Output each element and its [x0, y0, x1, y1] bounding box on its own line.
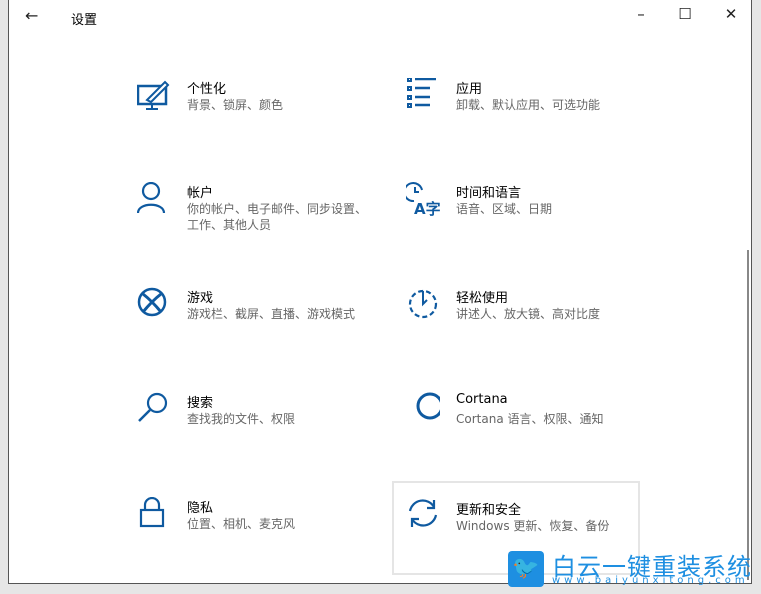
- item-title: 隐私: [187, 501, 214, 516]
- bird-icon: 🐦: [508, 551, 544, 587]
- minimize-button[interactable]: –: [626, 5, 656, 23]
- item-personalization[interactable]: 个性化 背景、锁屏、颜色: [137, 78, 385, 172]
- item-subtitle: Windows 更新、恢复、备份: [456, 519, 610, 533]
- item-subtitle: 背景、锁屏、颜色: [187, 98, 284, 112]
- item-subtitle: 你的帐户、电子邮件、同步设置、工作、其他人员: [187, 202, 368, 232]
- scrollbar[interactable]: [747, 250, 749, 580]
- item-subtitle: Cortana 语言、权限、通知: [456, 412, 604, 426]
- item-title: 搜索: [187, 396, 214, 411]
- item-title: Cortana: [456, 392, 508, 407]
- item-subtitle: 查找我的文件、权限: [187, 412, 296, 426]
- item-subtitle: 讲述人、放大镜、高对比度: [456, 307, 601, 321]
- lock-icon: [139, 497, 165, 528]
- item-privacy[interactable]: 隐私 位置、相机、麦克风: [137, 497, 385, 591]
- account-icon: [137, 182, 166, 214]
- item-title: 时间和语言: [456, 186, 522, 201]
- back-button[interactable]: ←: [25, 6, 38, 25]
- search-icon: [138, 392, 168, 422]
- watermark-url: www.baiyunxitong.com: [552, 575, 749, 586]
- item-title: 轻松使用: [456, 291, 509, 306]
- window-title: 设置: [71, 13, 98, 28]
- item-subtitle: 语音、区域、日期: [456, 202, 553, 216]
- item-title: 应用: [456, 82, 483, 97]
- item-subtitle: 卸载、默认应用、可选功能: [456, 98, 601, 112]
- item-search[interactable]: 搜索 查找我的文件、权限: [137, 392, 385, 486]
- item-subtitle: 位置、相机、麦克风: [187, 517, 296, 531]
- close-button[interactable]: ✕: [716, 5, 746, 23]
- cortana-icon: [416, 392, 440, 420]
- item-title: 个性化: [187, 82, 227, 97]
- item-gaming[interactable]: 游戏 游戏栏、截屏、直播、游戏模式: [137, 287, 385, 381]
- item-ease-of-access[interactable]: 轻松使用 讲述人、放大镜、高对比度: [406, 287, 654, 381]
- settings-window: ← 设置 – ☐ ✕ 个性化 背景、锁屏、颜色 应用 卸载、默认应用、可选功能 …: [8, 0, 752, 584]
- item-cortana[interactable]: Cortana Cortana 语言、权限、通知: [406, 392, 654, 486]
- personalization-icon: [137, 80, 170, 110]
- apps-icon: [407, 78, 436, 108]
- update-icon: [408, 499, 438, 527]
- item-title: 帐户: [187, 186, 214, 201]
- svg-text:A字: A字: [414, 200, 440, 216]
- xbox-icon: [137, 287, 167, 317]
- ease-of-access-icon: [408, 289, 438, 319]
- item-accounts[interactable]: 帐户 你的帐户、电子邮件、同步设置、工作、其他人员: [137, 182, 385, 276]
- item-title: 更新和安全: [456, 503, 522, 518]
- maximize-button[interactable]: ☐: [670, 5, 700, 23]
- item-subtitle: 游戏栏、截屏、直播、游戏模式: [187, 307, 356, 321]
- item-apps[interactable]: 应用 卸载、默认应用、可选功能: [406, 78, 654, 172]
- time-language-icon: A字: [406, 182, 440, 216]
- item-title: 游戏: [187, 291, 214, 306]
- item-time-language[interactable]: A字 时间和语言 语音、区域、日期: [406, 182, 654, 276]
